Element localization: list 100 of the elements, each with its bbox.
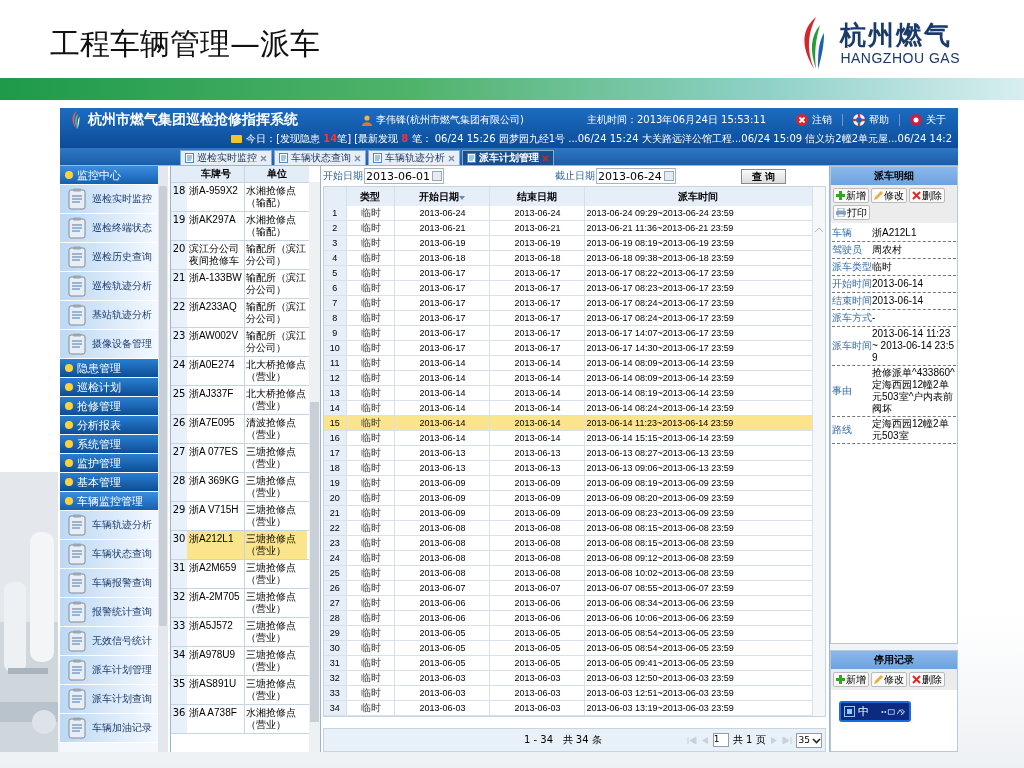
menu-item[interactable]: 车辆轨迹分析 [60, 511, 158, 540]
toolbar-button[interactable]: 修改 [871, 188, 907, 203]
table-row[interactable]: 30 临时 2013-06-05 2013-06-05 2013-06-05 08:54~2013-06-05 23:59 [324, 640, 813, 656]
toolbar-button[interactable]: 打印 [833, 205, 870, 220]
table-row[interactable]: 29 临时 2013-06-05 2013-06-05 2013-06-05 08:54~2013-06-05 23:59 [324, 625, 813, 641]
vehicle-row[interactable]: 35 浙AS891U 三塘抢修点（营业） [171, 676, 309, 705]
table-row[interactable]: 3 临时 2013-06-19 2013-06-19 2013-06-19 08:19~2013-06-19 23:59 [324, 235, 813, 251]
menu-item[interactable]: 派车计划管理 [60, 656, 158, 685]
table-row[interactable]: 8 临时 2013-06-17 2013-06-17 2013-06-17 08:24~2013-06-17 23:59 [324, 310, 813, 326]
vehicle-row[interactable]: 22 浙A233AQ 输配所（滨江分公司） [171, 299, 309, 328]
toolbar-button[interactable]: 新增 [833, 672, 869, 687]
menu-item[interactable]: 无效信号统计 [60, 627, 158, 656]
vehicle-row[interactable]: 32 浙A-2M705 三塘抢修点（营业） [171, 589, 309, 618]
menu-item[interactable]: 报警统计查询 [60, 598, 158, 627]
menu-group-header[interactable]: 基本管理 [60, 473, 158, 492]
header-button[interactable]: 帮助 [847, 113, 895, 127]
table-row[interactable]: 10 临时 2013-06-17 2013-06-17 2013-06-17 14:30~2013-06-17 23:59 [324, 340, 813, 356]
menu-item[interactable]: 车辆状态查询 [60, 540, 158, 569]
table-row[interactable]: 19 临时 2013-06-09 2013-06-09 2013-06-09 08:19~2013-06-09 23:59 [324, 475, 813, 491]
vehicle-row[interactable]: 30 浙A212L1 三塘抢修点（营业） [171, 531, 309, 560]
table-row[interactable]: 28 临时 2013-06-06 2013-06-06 2013-06-06 10:06~2013-06-06 23:59 [324, 610, 813, 626]
vehicle-row[interactable]: 27 浙A 077ES 三塘抢修点（营业） [171, 444, 309, 473]
table-row[interactable]: 1 临时 2013-06-24 2013-06-24 2013-06-24 09:29~2013-06-24 23:59 [324, 206, 813, 221]
table-row[interactable]: 16 临时 2013-06-14 2013-06-14 2013-06-14 15:15~2013-06-14 23:59 [324, 430, 813, 446]
table-row[interactable]: 24 临时 2013-06-08 2013-06-08 2013-06-08 09:12~2013-06-08 23:59 [324, 550, 813, 566]
table-row[interactable]: 23 临时 2013-06-08 2013-06-08 2013-06-08 08:15~2013-06-08 23:59 [324, 535, 813, 551]
tab[interactable]: 车辆状态查询 [274, 150, 366, 165]
vehicle-row[interactable]: 20 滨江分公司夜间抢修车 输配所（滨江分公司） [171, 241, 309, 270]
vehicle-row[interactable]: 21 浙A-133BW 输配所（滨江分公司） [171, 270, 309, 299]
table-row[interactable]: 4 临时 2013-06-18 2013-06-18 2013-06-18 09:38~2013-06-18 23:59 [324, 250, 813, 266]
column-header[interactable]: 类型 [346, 187, 394, 206]
menu-item[interactable]: 巡检终端状态 [60, 214, 158, 243]
vehicle-row[interactable]: 19 浙AK297A 水湘抢修点（输配） [171, 212, 309, 241]
table-row[interactable]: 26 临时 2013-06-07 2013-06-07 2013-06-07 08:55~2013-06-07 23:59 [324, 580, 813, 596]
toolbar-button[interactable]: 修改 [871, 672, 907, 687]
toolbar-button[interactable]: 新增 [833, 188, 869, 203]
vehicle-row[interactable]: 34 浙A978U9 三塘抢修点（营业） [171, 647, 309, 676]
table-row[interactable]: 13 临时 2013-06-14 2013-06-14 2013-06-14 08:19~2013-06-14 23:59 [324, 385, 813, 401]
column-header[interactable]: 结束日期 [489, 187, 584, 206]
menu-group-header[interactable]: 隐患管理 [60, 359, 158, 378]
header-button[interactable]: 注销 [790, 113, 838, 127]
vehicle-row[interactable]: 25 浙AJ337F 北大桥抢修点（营业） [171, 386, 309, 415]
query-button[interactable]: 查 询 [740, 168, 786, 184]
table-row[interactable]: 14 临时 2013-06-14 2013-06-14 2013-06-14 08:24~2013-06-14 23:59 [324, 400, 813, 416]
menu-item[interactable]: 基站轨迹分析 [60, 301, 158, 330]
menu-group-header[interactable]: 抢修管理 [60, 397, 158, 416]
menu-item[interactable]: 巡检轨迹分析 [60, 272, 158, 301]
end-date-field[interactable]: 2013-06-24 [595, 168, 676, 184]
vehicle-row[interactable]: 23 浙AW002V 输配所（滨江分公司） [171, 328, 309, 357]
table-row[interactable]: 5 临时 2013-06-17 2013-06-17 2013-06-17 08:22~2013-06-17 23:59 [324, 265, 813, 281]
menu-item[interactable]: 车辆加油记录 [60, 714, 158, 743]
menu-item[interactable]: 摄像设备管理 [60, 330, 158, 359]
input-mode-toggle[interactable]: 中 [858, 704, 869, 719]
table-row[interactable]: 11 临时 2013-06-14 2013-06-14 2013-06-14 08:09~2013-06-14 23:59 [324, 355, 813, 371]
page-number-field[interactable]: 1 [712, 733, 729, 747]
table-row[interactable]: 17 临时 2013-06-13 2013-06-13 2013-06-13 08:27~2013-06-13 23:59 [324, 445, 813, 461]
toolbar-button[interactable]: 删除 [909, 188, 945, 203]
table-row[interactable]: 9 临时 2013-06-17 2013-06-17 2013-06-17 14:07~2013-06-17 23:59 [324, 325, 813, 341]
table-row[interactable]: 31 临时 2013-06-05 2013-06-05 2013-06-05 09:41~2013-06-05 23:59 [324, 655, 813, 671]
vehicle-row[interactable]: 29 浙A V715H 三塘抢修点（营业） [171, 502, 309, 531]
tab[interactable]: 巡检实时监控 [180, 150, 272, 165]
menu-group-header[interactable]: 监护管理 [60, 454, 158, 473]
table-row[interactable]: 34 临时 2013-06-03 2013-06-03 2013-06-03 13:19~2013-06-03 23:59 [324, 700, 813, 716]
page-size-select[interactable]: 35 [795, 732, 822, 748]
menu-item[interactable]: 车辆报警查询 [60, 569, 158, 598]
start-date-field[interactable]: 2013-06-01 [364, 168, 444, 184]
menu-item[interactable]: 巡检历史查询 [60, 243, 158, 272]
menu-group-header[interactable]: 系统管理 [60, 435, 158, 454]
menu-item[interactable]: 巡检实时监控 [60, 185, 158, 214]
table-row[interactable]: 21 临时 2013-06-09 2013-06-09 2013-06-09 08:23~2013-06-09 23:59 [324, 505, 813, 521]
table-row[interactable]: 27 临时 2013-06-06 2013-06-06 2013-06-06 08:34~2013-06-06 23:59 [324, 595, 813, 611]
vehicle-row[interactable]: 18 浙A-959X2 水湘抢修点（输配） [171, 183, 309, 212]
toolbar-button[interactable]: 删除 [909, 672, 945, 687]
vehicle-row[interactable]: 31 浙A2M659 三塘抢修点（营业） [171, 560, 309, 589]
tab[interactable]: 派车计划管理 [462, 150, 554, 165]
vehicle-row[interactable]: 24 浙A0E274 北大桥抢修点（营业） [171, 357, 309, 386]
table-row[interactable]: 25 临时 2013-06-08 2013-06-08 2013-06-08 10:02~2013-06-08 23:59 [324, 565, 813, 581]
table-row[interactable]: 6 临时 2013-06-17 2013-06-17 2013-06-17 08:23~2013-06-17 23:59 [324, 280, 813, 296]
table-row[interactable]: 22 临时 2013-06-08 2013-06-08 2013-06-08 08:15~2013-06-08 23:59 [324, 520, 813, 536]
menu-item[interactable]: 派车计划查询 [60, 685, 158, 714]
table-row[interactable]: 12 临时 2013-06-14 2013-06-14 2013-06-14 08:09~2013-06-14 23:59 [324, 370, 813, 386]
column-header[interactable]: 车牌号 [187, 166, 245, 182]
menu-group-header[interactable]: 巡检计划 [60, 378, 158, 397]
vehicle-row[interactable]: 36 浙A A738F 水湘抢修点（营业） [171, 705, 309, 734]
column-header[interactable]: 开始日期 [394, 187, 489, 206]
menu-group-header[interactable]: 车辆监控管理 [60, 492, 158, 511]
header-button[interactable]: 关于 [904, 113, 952, 127]
table-row[interactable]: 15 临时 2013-06-14 2013-06-14 2013-06-14 11:23~2013-06-14 23:59 [324, 415, 813, 431]
table-row[interactable]: 7 临时 2013-06-17 2013-06-17 2013-06-17 08:24~2013-06-17 23:59 [324, 295, 813, 311]
table-row[interactable]: 33 临时 2013-06-03 2013-06-03 2013-06-03 12:51~2013-06-03 23:59 [324, 685, 813, 701]
vehicle-row[interactable]: 33 浙A5J572 三塘抢修点（营业） [171, 618, 309, 647]
table-row[interactable]: 20 临时 2013-06-09 2013-06-09 2013-06-09 08:20~2013-06-09 23:59 [324, 490, 813, 506]
table-row[interactable]: 32 临时 2013-06-03 2013-06-03 2013-06-03 12:50~2013-06-03 23:59 [324, 670, 813, 686]
menu-group-header[interactable]: 监控中心 [60, 166, 158, 185]
table-row[interactable]: 2 临时 2013-06-21 2013-06-21 2013-06-21 11:36~2013-06-21 23:59 [324, 220, 813, 236]
table-row[interactable]: 18 临时 2013-06-13 2013-06-13 2013-06-13 09:06~2013-06-13 23:59 [324, 460, 813, 476]
vehicle-row[interactable]: 28 浙A 369KG 三塘抢修点（营业） [171, 473, 309, 502]
menu-group-header[interactable]: 分析报表 [60, 416, 158, 435]
column-header[interactable]: 单位 [245, 166, 307, 182]
column-header[interactable]: 派车时间 [584, 187, 813, 206]
